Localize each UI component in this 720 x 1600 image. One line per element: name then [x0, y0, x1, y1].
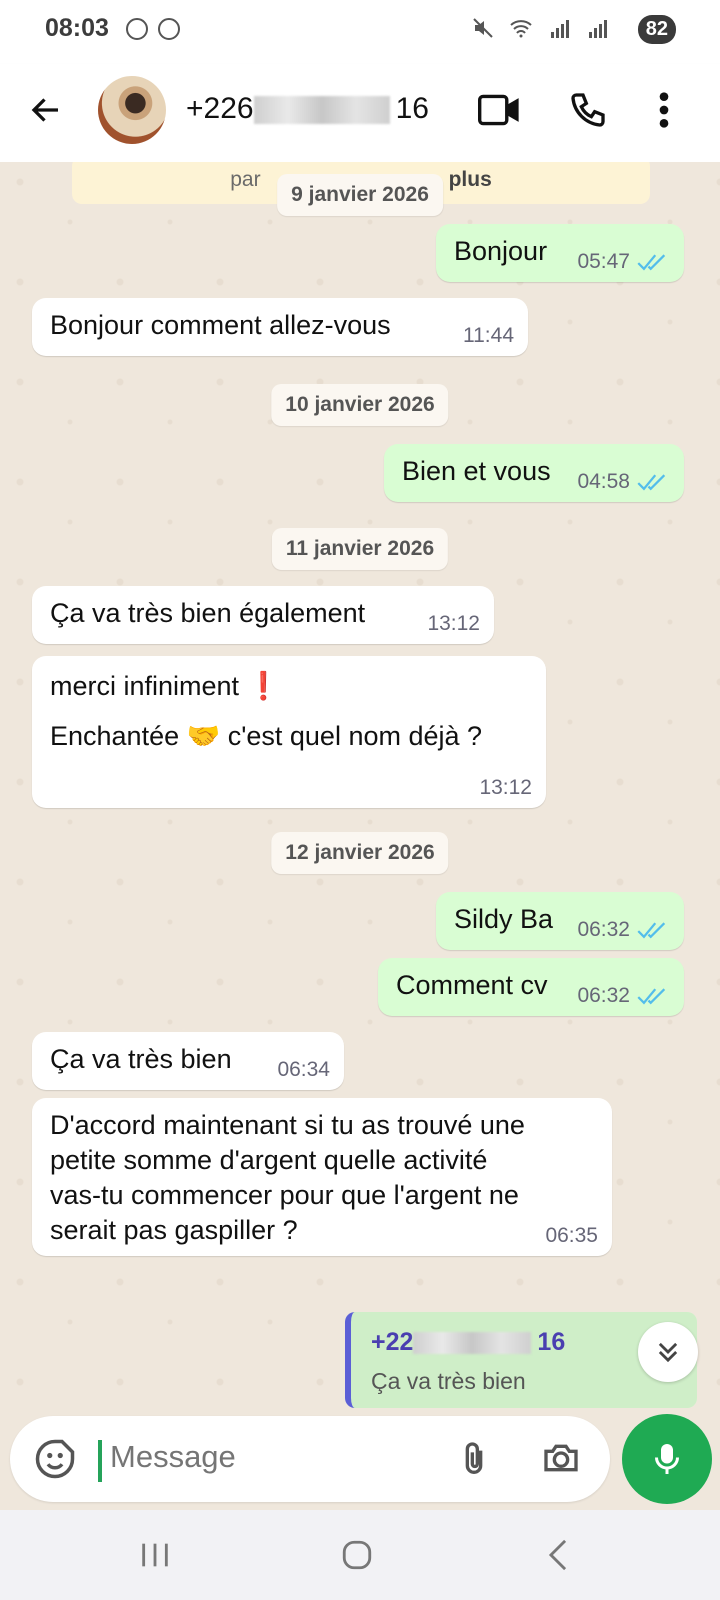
status-time: 08:03 [45, 14, 109, 42]
message-time: 06:34 [277, 1058, 330, 1081]
message-meta: 13:12 [427, 612, 480, 636]
message-outgoing[interactable]: Bonjour 05:47 [436, 224, 684, 282]
message-text-line: merci infiniment ❗ [50, 671, 281, 701]
video-call-icon[interactable] [478, 90, 522, 130]
attach-icon[interactable] [454, 1436, 494, 1482]
double-check-icon [637, 988, 666, 1005]
message-time: 06:32 [577, 918, 630, 941]
message-time: 06:32 [577, 984, 630, 1007]
message-incoming[interactable]: Ça va très bien 06:34 [32, 1032, 344, 1090]
message-text-line: Enchantée 🤝 c'est quel nom déjà ? [50, 721, 483, 751]
system-nav-bar [0, 1510, 720, 1600]
message-time: 13:12 [479, 776, 532, 799]
reply-quote-sender: +22 16 [371, 1328, 565, 1357]
mic-button[interactable] [622, 1414, 712, 1504]
avatar[interactable] [98, 76, 166, 144]
message-text-line: D'accord maintenant si tu as trouvé une [50, 1110, 525, 1140]
date-separator: 10 janvier 2026 [271, 384, 449, 426]
back-arrow-icon[interactable] [28, 92, 64, 128]
double-check-icon [637, 922, 666, 939]
message-meta: 13:12 [479, 776, 532, 800]
camera-icon[interactable] [540, 1438, 582, 1478]
reply-sender-suffix: 16 [537, 1328, 566, 1356]
message-input[interactable] [108, 1438, 442, 1476]
redaction-blur [253, 96, 390, 125]
message-incoming[interactable]: D'accord maintenant si tu as trouvé une … [32, 1098, 612, 1256]
message-outgoing[interactable]: Sildy Ba 06:32 [436, 892, 684, 950]
sticker-icon[interactable] [34, 1438, 76, 1480]
message-meta: 06:32 [577, 918, 670, 942]
message-meta: 06:35 [545, 1224, 598, 1248]
phone-icon[interactable] [568, 90, 608, 130]
redaction-blur [413, 1332, 532, 1355]
signal-icon [551, 20, 569, 38]
message-meta: 11:44 [463, 324, 514, 348]
chat-header: +226 16 [0, 64, 720, 162]
message-time: 11:44 [463, 324, 514, 347]
double-check-icon [637, 474, 666, 491]
message-text-line: vas-tu commencer pour que l'argent ne [50, 1180, 519, 1210]
reply-sender-prefix: +22 [371, 1328, 414, 1356]
battery-indicator: 82 [637, 15, 676, 44]
message-text-line: serait pas gaspiller ? [50, 1215, 298, 1245]
message-time: 05:47 [577, 250, 630, 273]
chevron-double-down-icon [658, 1342, 678, 1363]
message-text: Ça va très bien également [50, 598, 366, 628]
status-bar: 08:03 82 [0, 0, 720, 64]
chat-area[interactable]: par plus 9 janvier 2026 Bonjour 05:47 Bon… [0, 162, 720, 1416]
text-caret [98, 1440, 102, 1482]
date-separator: 11 janvier 2026 [271, 528, 449, 570]
double-check-icon [637, 254, 666, 271]
recent-apps-icon[interactable] [138, 1540, 172, 1570]
scroll-down-button[interactable] [638, 1322, 698, 1382]
mic-icon [655, 1444, 679, 1474]
message-text-line: petite somme d'argent quelle activité [50, 1145, 488, 1175]
message-meta: 06:32 [577, 984, 670, 1008]
more-vert-icon[interactable] [656, 90, 672, 130]
contact-name[interactable]: +226 16 [186, 92, 429, 126]
message-meta: 06:34 [277, 1058, 330, 1082]
wifi-icon [510, 20, 532, 38]
message-composer [10, 1416, 610, 1502]
signal-icon [589, 20, 607, 38]
status-icons [470, 16, 662, 40]
message-meta: 05:47 [577, 250, 670, 274]
mute-icon [473, 18, 493, 38]
date-separator: 9 janvier 2026 [277, 174, 443, 216]
notice-text-start: par [230, 168, 261, 191]
message-text: Comment cv [396, 970, 548, 1000]
message-time: 06:35 [545, 1224, 598, 1247]
message-incoming[interactable]: Bonjour comment allez-vous 11:44 [32, 298, 528, 356]
message-text: Ça va très bien [50, 1044, 232, 1074]
message-outgoing[interactable]: Bien et vous 04:58 [384, 444, 684, 502]
message-incoming[interactable]: merci infiniment ❗ Enchantée 🤝 c'est que… [32, 656, 546, 808]
contact-name-suffix: 16 [395, 92, 429, 125]
reply-quote-text: Ça va très bien [371, 1368, 526, 1394]
message-text: Sildy Ba [454, 904, 554, 934]
whatsapp-notification-icon [126, 18, 148, 40]
message-incoming[interactable]: Ça va très bien également 13:12 [32, 586, 494, 644]
notice-link-end[interactable]: plus [449, 168, 492, 191]
contact-name-prefix: +226 [186, 92, 254, 125]
home-icon[interactable] [340, 1538, 374, 1572]
message-text: Bien et vous [402, 456, 551, 486]
message-text: Bonjour [454, 236, 548, 266]
message-text: Bonjour comment allez-vous [50, 310, 391, 340]
message-time: 13:12 [427, 612, 480, 635]
date-separator: 12 janvier 2026 [271, 832, 449, 874]
message-meta: 04:58 [577, 470, 670, 494]
whatsapp-notification-icon [158, 18, 180, 40]
back-nav-icon[interactable] [546, 1538, 570, 1572]
message-time: 04:58 [577, 470, 630, 493]
message-outgoing[interactable]: Comment cv 06:32 [378, 958, 684, 1016]
